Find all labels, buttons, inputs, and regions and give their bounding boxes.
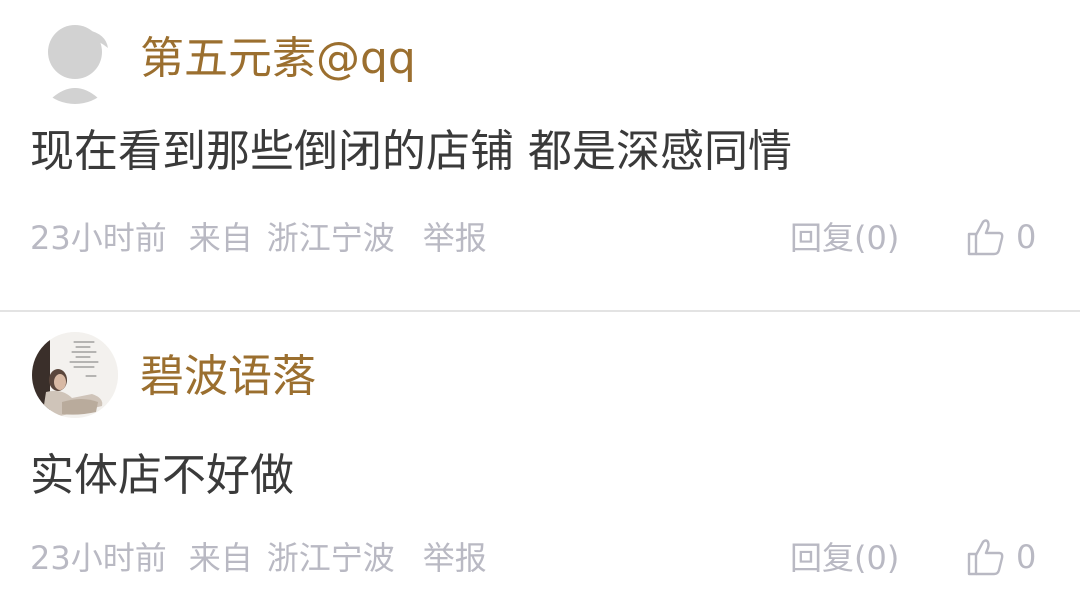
comment-time: 23小时前 xyxy=(30,219,167,257)
comment-item: 第五元素@qq 现在看到那些倒闭的店铺 都是深感同情 23小时前 来自 浙江宁波 举报… xyxy=(0,0,1080,310)
comment-meta: 23小时前 来自 浙江宁波 举报 xyxy=(30,538,487,578)
comment-location: 浙江宁波 xyxy=(266,219,395,257)
comment-item: 碧波语落 实体店不好做 23小时前 来自 浙江宁波 举报 回复(0) 0 xyxy=(0,312,1080,601)
source-prefix: 来自 xyxy=(188,539,253,577)
reply-button[interactable]: 回复(0) xyxy=(790,538,899,578)
like-button[interactable]: 0 xyxy=(966,536,1036,578)
comment-time: 23小时前 xyxy=(30,539,167,577)
report-button[interactable]: 举报 xyxy=(423,219,487,257)
like-count: 0 xyxy=(1016,538,1037,576)
photo-avatar-icon xyxy=(32,332,118,418)
source-prefix: 来自 xyxy=(188,219,253,257)
avatar[interactable] xyxy=(32,332,118,418)
default-user-avatar-icon xyxy=(32,18,118,104)
username[interactable]: 碧波语落 xyxy=(140,352,316,402)
like-count: 0 xyxy=(1016,218,1037,256)
avatar[interactable] xyxy=(32,18,118,104)
comment-location: 浙江宁波 xyxy=(266,539,395,577)
thumbs-up-icon xyxy=(966,217,1006,257)
thumbs-up-icon xyxy=(966,537,1006,577)
username[interactable]: 第五元素@qq xyxy=(140,34,416,84)
comment-text: 现在看到那些倒闭的店铺 都是深感同情 xyxy=(30,126,792,177)
reply-button[interactable]: 回复(0) xyxy=(790,218,899,258)
report-button[interactable]: 举报 xyxy=(423,539,487,577)
like-button[interactable]: 0 xyxy=(966,216,1036,258)
comment-text: 实体店不好做 xyxy=(30,450,294,501)
comment-meta: 23小时前 来自 浙江宁波 举报 xyxy=(30,218,487,258)
